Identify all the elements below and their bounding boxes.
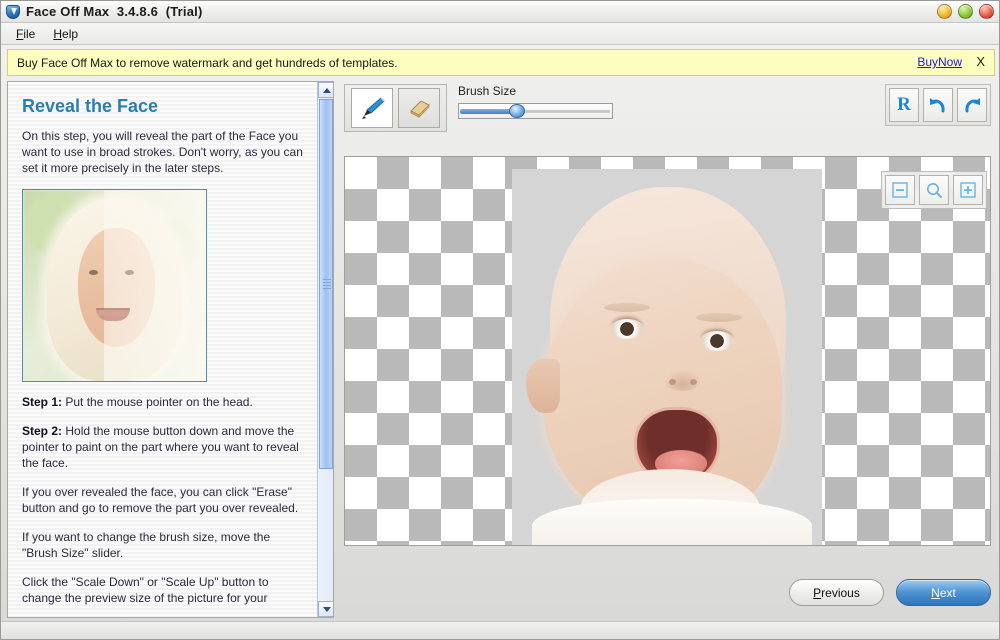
- brush-size-slider[interactable]: [458, 103, 613, 119]
- previous-label: Previous: [813, 586, 860, 600]
- banner-message: Buy Face Off Max to remove watermark and…: [17, 55, 398, 70]
- editor-toolbar: Brush Size R: [340, 81, 995, 147]
- plus-square-icon: [960, 182, 976, 198]
- application-window: Face Off Max 3.4.8.6 (Trial) File Help B…: [0, 0, 1000, 640]
- help-sidebar: Reveal the Face On this step, you will r…: [7, 81, 334, 618]
- banner-close-icon[interactable]: X: [976, 54, 985, 69]
- tool-group: [344, 84, 447, 132]
- image-canvas[interactable]: [344, 156, 991, 546]
- maximize-button[interactable]: [958, 4, 973, 19]
- zoom-controls: [881, 171, 987, 209]
- menu-file-rest: ile: [23, 26, 36, 41]
- scrollbar-thumb[interactable]: [319, 99, 333, 469]
- previous-rest: revious: [821, 585, 860, 600]
- help-note-erase: If you over revealed the face, you can c…: [22, 485, 299, 515]
- preview-thumbnail: [22, 189, 207, 382]
- redo-icon: [965, 98, 980, 113]
- purchase-banner: Buy Face Off Max to remove watermark and…: [7, 49, 995, 76]
- help-step-1: Step 1: Put the mouse pointer on the hea…: [22, 394, 304, 410]
- history-button-group: R: [885, 84, 991, 126]
- scale-down-button[interactable]: [885, 175, 915, 205]
- page-title: Reveal the Face: [22, 96, 159, 116]
- menu-help-rest: elp: [62, 26, 79, 41]
- work-area: Brush Size R Previous Next: [340, 81, 995, 618]
- undo-button[interactable]: [923, 88, 953, 122]
- eraser-icon: [410, 100, 431, 118]
- eraser-tool[interactable]: [398, 88, 441, 128]
- previous-button[interactable]: Previous: [789, 579, 884, 606]
- sidebar-scrollbar[interactable]: [317, 82, 333, 617]
- brush-size-label: Brush Size: [458, 84, 517, 98]
- scale-up-button[interactable]: [953, 175, 983, 205]
- minus-square-icon: [892, 182, 908, 198]
- menu-item-help[interactable]: Help: [44, 25, 87, 43]
- next-button[interactable]: Next: [896, 579, 991, 606]
- help-note-scale: Click the "Scale Down" or "Scale Up" but…: [22, 575, 269, 605]
- buy-now-link[interactable]: BuyNow: [917, 55, 962, 69]
- baby-face-photo: [512, 169, 822, 545]
- magnifier-icon: [927, 183, 942, 198]
- next-label: Next: [931, 586, 956, 600]
- wizard-navigation: Previous Next: [789, 579, 991, 606]
- shield-face-icon: [5, 4, 21, 20]
- reset-icon: R: [897, 94, 911, 115]
- status-bar: [1, 621, 999, 639]
- brush-tool[interactable]: [350, 88, 393, 128]
- close-button[interactable]: [979, 4, 994, 19]
- scroll-up-arrow[interactable]: [318, 82, 333, 98]
- brush-size-control: Brush Size: [458, 84, 618, 132]
- brush-icon: [361, 97, 385, 119]
- step-2-lead: Step 2:: [22, 424, 63, 438]
- brush-size-slider-thumb[interactable]: [509, 104, 525, 118]
- menu-item-file[interactable]: File: [7, 25, 44, 43]
- zoom-fit-button[interactable]: [919, 175, 949, 205]
- step-2-text: Hold the mouse button down and move the …: [22, 424, 299, 470]
- next-rest: ext: [939, 585, 956, 600]
- step-1-lead: Step 1:: [22, 395, 63, 409]
- title-bar: Face Off Max 3.4.8.6 (Trial): [1, 1, 999, 23]
- help-step-2: Step 2: Hold the mouse button down and m…: [22, 423, 304, 471]
- window-title: Face Off Max 3.4.8.6 (Trial): [26, 4, 203, 19]
- redo-button[interactable]: [957, 88, 987, 122]
- previous-accel: P: [813, 585, 822, 600]
- reset-button[interactable]: R: [889, 88, 919, 122]
- scroll-down-arrow[interactable]: [318, 601, 333, 617]
- minimize-button[interactable]: [937, 4, 952, 19]
- help-intro: On this step, you will reveal the part o…: [22, 129, 303, 175]
- window-controls: [937, 4, 994, 19]
- undo-icon: [930, 98, 945, 113]
- next-accel: N: [931, 585, 940, 600]
- step-1-text: Put the mouse pointer on the head.: [62, 395, 253, 409]
- help-content: Reveal the Face On this step, you will r…: [8, 82, 318, 617]
- help-note-brush-size: If you want to change the brush size, mo…: [22, 530, 271, 560]
- menu-bar: File Help: [1, 23, 999, 45]
